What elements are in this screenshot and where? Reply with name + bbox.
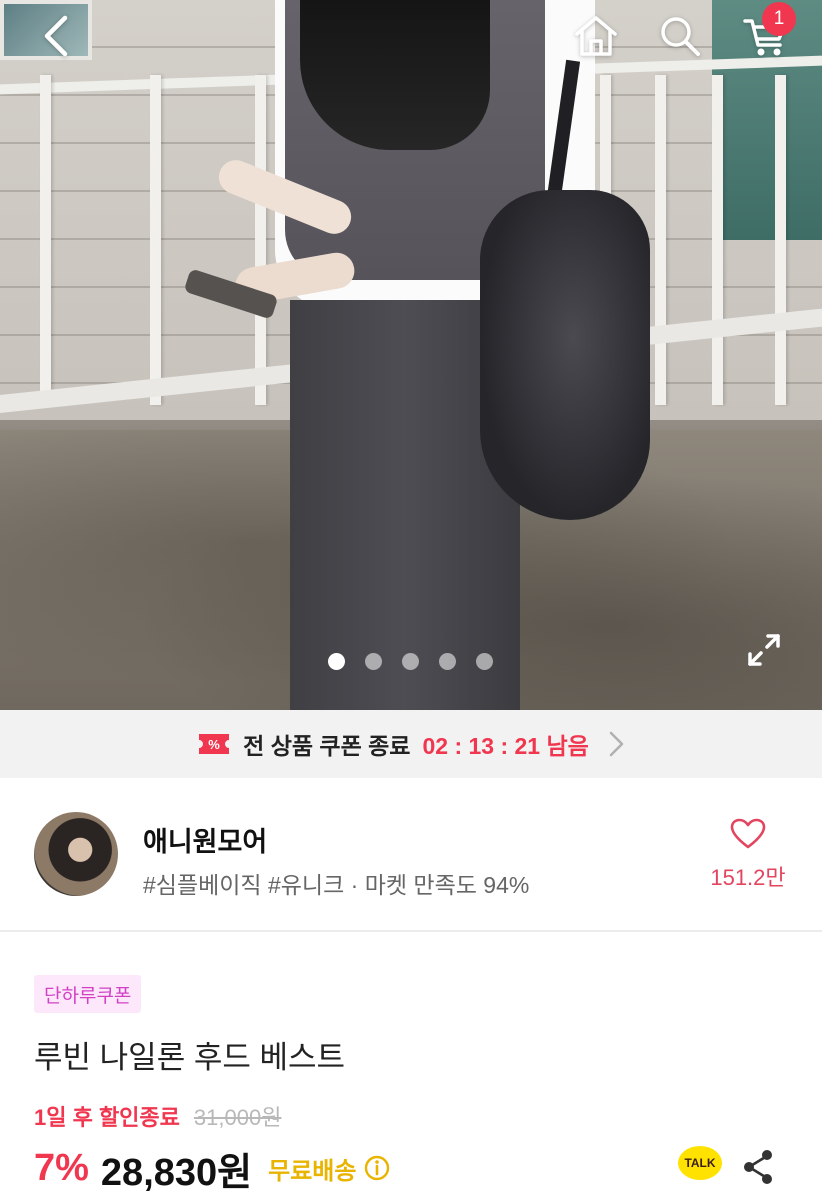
sale-price: 28,830원	[100, 1151, 253, 1194]
shop-tags: #심플베이직 #유니크 · 마켓 만족도 94%	[143, 872, 530, 898]
search-icon	[661, 17, 700, 56]
original-price: 31,000원	[193, 1105, 282, 1130]
search-button[interactable]	[650, 8, 710, 64]
shop-avatar[interactable]	[34, 812, 118, 896]
product-title: 루빈 나일론 후드 베스트	[34, 1040, 346, 1075]
kakao-talk-button[interactable]: TALK	[678, 1146, 722, 1186]
info-icon[interactable]	[364, 1155, 390, 1181]
free-shipping-label: 무료배송	[268, 1157, 357, 1185]
expand-button[interactable]	[744, 630, 784, 670]
photo-bag	[480, 190, 650, 520]
photo-railing-bar	[712, 75, 723, 405]
discount-percent: 7%	[34, 1146, 89, 1189]
kakao-talk-icon: TALK	[678, 1146, 722, 1180]
photo-railing-bar	[775, 75, 786, 405]
kakao-talk-label: TALK	[684, 1156, 716, 1170]
shop-like-count: 151.2만	[710, 865, 786, 890]
discount-end-label: 1일 후 할인종료	[34, 1105, 180, 1130]
product-image-gallery[interactable]	[0, 0, 822, 710]
home-button[interactable]	[566, 8, 626, 64]
photo-railing-bar	[655, 75, 666, 405]
expand-icon	[748, 634, 780, 666]
photo-railing-bar	[255, 75, 266, 405]
coupon-countdown-timer: 02 : 13 : 21 남음	[422, 733, 589, 759]
coupon-countdown-banner[interactable]: % 전 상품 쿠폰 종료 02 : 13 : 21 남음	[0, 710, 822, 778]
chevron-right-icon	[609, 731, 624, 757]
photo-railing-bar	[150, 75, 161, 405]
chevron-left-icon	[44, 15, 68, 57]
cart-count-badge: 1	[762, 2, 796, 36]
coupon-badge: 단하루쿠폰	[34, 975, 142, 1013]
back-button[interactable]	[26, 8, 86, 64]
shop-info-row: 애니원모어 #심플베이직 #유니크 · 마켓 만족도 94% 151.2만	[0, 778, 822, 932]
shop-name[interactable]: 애니원모어	[143, 820, 267, 859]
shop-like-button[interactable]: 151.2만	[700, 818, 796, 892]
gallery-dot[interactable]	[402, 653, 419, 670]
gallery-dot[interactable]	[365, 653, 382, 670]
home-icon	[575, 16, 617, 56]
gallery-pagination	[328, 653, 493, 670]
discount-info-row: 1일 후 할인종료 31,000원	[34, 1100, 281, 1132]
coupon-banner-text: 전 상품 쿠폰 종료	[243, 733, 411, 759]
share-icon	[744, 1150, 772, 1184]
gallery-dot[interactable]	[476, 653, 493, 670]
share-button[interactable]	[740, 1148, 776, 1186]
price-row: 7% 28,830원 무료배송	[34, 1142, 390, 1194]
svg-text:%: %	[208, 737, 220, 752]
heart-outline-icon	[730, 818, 766, 849]
coupon-icon: %	[199, 734, 230, 754]
gallery-dot-active[interactable]	[328, 653, 345, 670]
gallery-dot[interactable]	[439, 653, 456, 670]
photo-railing-bar	[40, 75, 51, 405]
